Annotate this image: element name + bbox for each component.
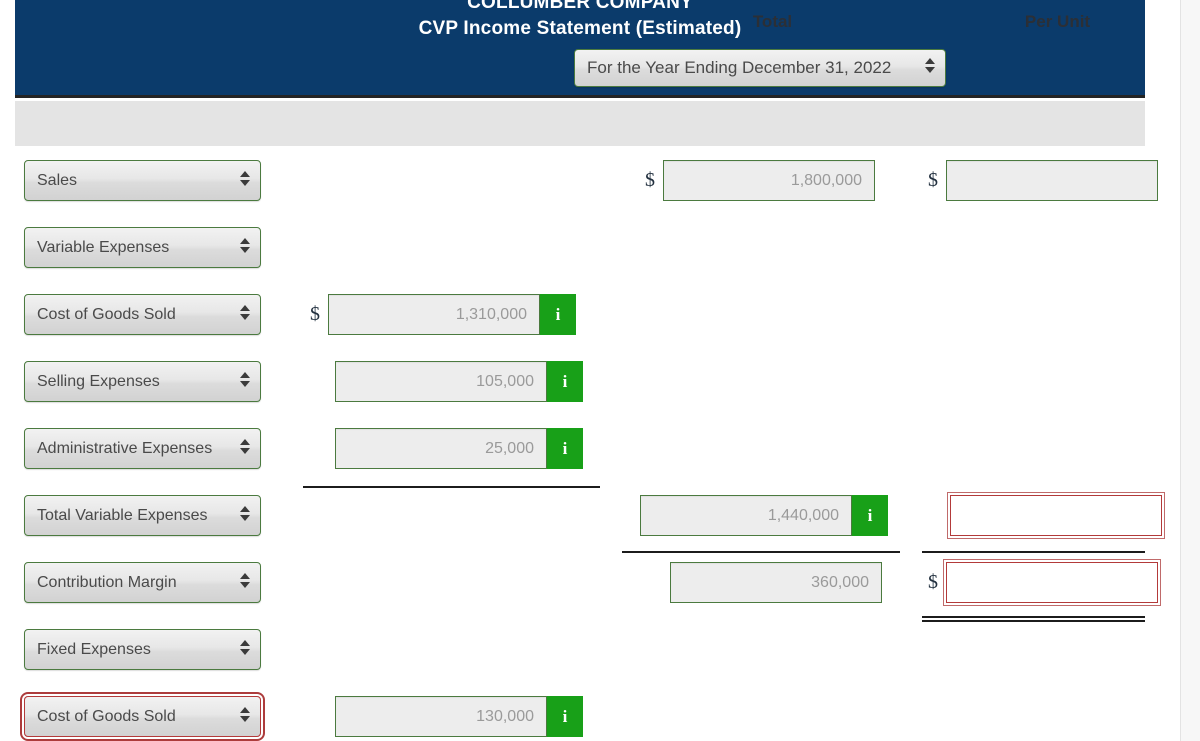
table-row: Cost of Goods Sold $1,310,000 i bbox=[0, 289, 1180, 349]
chevron-updown-icon bbox=[239, 371, 250, 392]
account-select-value: Administrative Expenses bbox=[37, 439, 213, 457]
account-select-value: Contribution Margin bbox=[37, 573, 177, 591]
chevron-updown-icon bbox=[239, 706, 250, 727]
column-header-band bbox=[15, 101, 1145, 146]
info-button[interactable]: i bbox=[547, 361, 583, 402]
account-select[interactable]: Contribution Margin bbox=[24, 562, 261, 603]
amount-group: $ bbox=[928, 562, 1158, 603]
period-select[interactable]: For the Year Ending December 31, 2022 bbox=[574, 49, 946, 87]
info-button[interactable]: i bbox=[540, 294, 576, 335]
amount-input[interactable] bbox=[950, 495, 1162, 536]
amount-group bbox=[950, 495, 1162, 536]
chevron-updown-icon bbox=[239, 304, 250, 325]
subtotal-rule-total bbox=[622, 551, 900, 553]
statement-page: COLLUMBER COMPANY CVP Income Statement (… bbox=[0, 0, 1180, 741]
column-header-per-unit: Per Unit bbox=[1024, 12, 1091, 31]
amount-input[interactable] bbox=[946, 160, 1158, 201]
table-row: Cost of Goods Sold 130,000 i bbox=[0, 691, 1180, 741]
account-select-value: Cost of Goods Sold bbox=[37, 305, 176, 323]
table-row: Selling Expenses 105,000 i bbox=[0, 356, 1180, 416]
page-gutter bbox=[1180, 0, 1200, 741]
table-row: Total Variable Expenses 1,440,000 i bbox=[0, 490, 1180, 550]
amount-group: 360,000 bbox=[670, 562, 882, 603]
table-row: Fixed Expenses bbox=[0, 624, 1180, 684]
account-select-value: Selling Expenses bbox=[37, 372, 160, 390]
account-select[interactable]: Fixed Expenses bbox=[24, 629, 261, 670]
info-button[interactable]: i bbox=[547, 428, 583, 469]
amount-group: $1,800,000 bbox=[645, 160, 875, 201]
account-select[interactable]: Sales bbox=[24, 160, 261, 201]
chevron-updown-icon bbox=[239, 639, 250, 660]
amount-input[interactable]: 25,000 bbox=[335, 428, 547, 469]
subtotal-rule-per-unit bbox=[922, 551, 1145, 553]
amount-group: 1,440,000 i bbox=[640, 495, 888, 536]
dollar-sign: $ bbox=[928, 571, 938, 593]
amount-group: 25,000 i bbox=[335, 428, 583, 469]
account-select-value: Total Variable Expenses bbox=[37, 506, 208, 524]
amount-group: $ bbox=[928, 160, 1158, 201]
amount-input[interactable]: 1,440,000 bbox=[640, 495, 852, 536]
period-select-value: For the Year Ending December 31, 2022 bbox=[587, 58, 892, 77]
column-header-total: Total bbox=[752, 12, 793, 31]
total-double-rule-per-unit bbox=[922, 616, 1145, 622]
chevron-updown-icon bbox=[239, 572, 250, 593]
account-select-value: Sales bbox=[37, 171, 78, 189]
amount-input[interactable]: 105,000 bbox=[335, 361, 547, 402]
account-select-value: Fixed Expenses bbox=[37, 640, 151, 658]
info-button[interactable]: i bbox=[547, 696, 583, 737]
table-row: Contribution Margin 360,000 $ bbox=[0, 557, 1180, 617]
amount-input[interactable]: 1,800,000 bbox=[663, 160, 875, 201]
amount-input[interactable]: 130,000 bbox=[335, 696, 547, 737]
table-row: Administrative Expenses 25,000 i bbox=[0, 423, 1180, 483]
table-row: Sales $1,800,000 $ bbox=[0, 155, 1180, 215]
chevron-updown-icon bbox=[239, 505, 250, 526]
account-select-value: Cost of Goods Sold bbox=[37, 707, 176, 725]
amount-group: 105,000 i bbox=[335, 361, 583, 402]
account-select[interactable]: Variable Expenses bbox=[24, 227, 261, 268]
chevron-updown-icon bbox=[239, 170, 250, 191]
amount-input[interactable] bbox=[946, 562, 1158, 603]
dollar-sign: $ bbox=[645, 169, 655, 191]
chevron-updown-icon bbox=[239, 438, 250, 459]
chevron-updown-icon bbox=[239, 237, 250, 258]
chevron-updown-icon bbox=[924, 58, 935, 78]
account-select[interactable]: Selling Expenses bbox=[24, 361, 261, 402]
account-select-value: Variable Expenses bbox=[37, 238, 170, 256]
account-select[interactable]: Cost of Goods Sold bbox=[24, 294, 261, 335]
account-select[interactable]: Total Variable Expenses bbox=[24, 495, 261, 536]
amount-input[interactable]: 360,000 bbox=[670, 562, 882, 603]
dollar-sign: $ bbox=[310, 303, 320, 325]
amount-group: $1,310,000 i bbox=[310, 294, 576, 335]
amount-group: 130,000 i bbox=[335, 696, 583, 737]
subtotal-rule-detail bbox=[303, 486, 600, 488]
dollar-sign: $ bbox=[928, 169, 938, 191]
amount-input[interactable]: 1,310,000 bbox=[328, 294, 540, 335]
info-button[interactable]: i bbox=[852, 495, 888, 536]
table-row: Variable Expenses bbox=[0, 222, 1180, 282]
account-select[interactable]: Cost of Goods Sold bbox=[24, 696, 261, 737]
account-select[interactable]: Administrative Expenses bbox=[24, 428, 261, 469]
